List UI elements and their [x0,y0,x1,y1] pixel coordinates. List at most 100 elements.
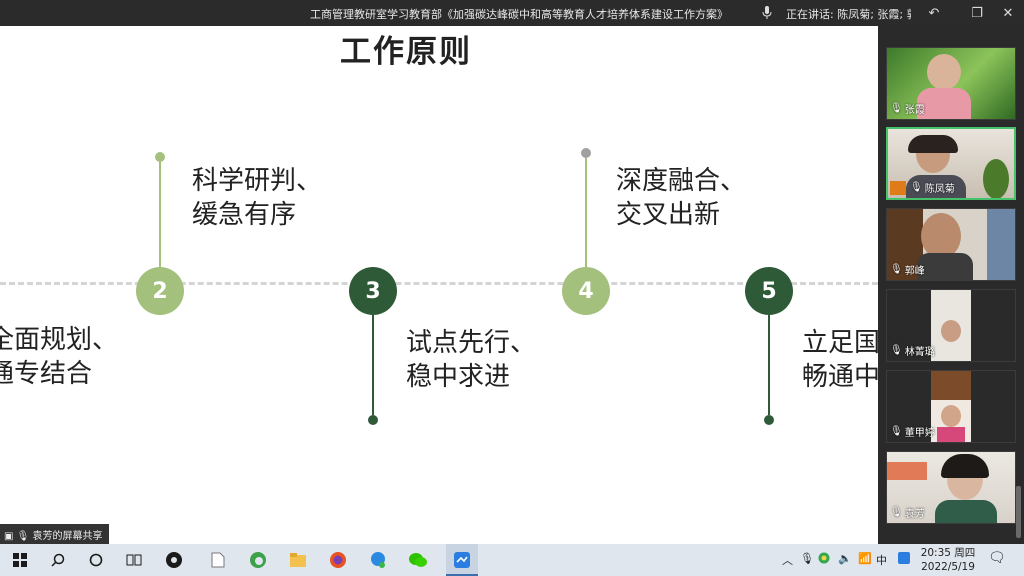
participant-tile[interactable]: 🎙 袁芳 [886,451,1016,524]
system-clock[interactable]: 20:35 周四 2022/5/19 [918,546,978,574]
item-3-line-1: 试点先行、 [406,328,537,358]
task-view-icon[interactable] [122,548,146,572]
timeline-item-2-text: 科学研判、 缓急有序 [192,164,322,232]
participant-name: 董甲婷 [904,428,935,439]
participant-video [941,320,961,342]
timeline-node-4: 4 [562,267,610,315]
shared-slide: 工作原则 全面规划、 通专结合 2 科学研判、 缓急有序 3 试点先行、 稳中求… [0,26,878,544]
participant-video [935,500,997,523]
participant-name-label: 🎙 董甲婷 [890,424,935,439]
timeline-stem-5 [768,315,770,415]
participant-tile[interactable]: 🎙 郭峰 [886,208,1016,281]
participant-video [937,427,965,442]
participant-name: 林菁璐 [904,347,935,358]
meeting-tray-icon[interactable] [898,552,910,567]
participant-name-label: 🎙 袁芳 [890,505,925,520]
app-icon[interactable] [162,548,186,572]
clock-time: 20:35 周四 [920,547,976,559]
participant-panel: 🎙 张霞 🎙 陈凤菊 🎙 郭峰 🎙 林菁璐 🎙 董甲婷 🎙 袁芳 [878,26,1024,544]
security-icon[interactable] [818,552,830,567]
item-5-line-1: 立足国 [802,328,878,358]
explorer-icon[interactable] [286,548,310,572]
timeline-item-5-text: 立足国 畅通中 [802,326,878,394]
item-4-line-2: 交叉出新 [616,200,721,230]
participant-tile[interactable]: 🎙 张霞 [886,47,1016,120]
volume-icon[interactable]: 🔈 [838,552,852,565]
participant-name-label: 🎙 张霞 [890,101,925,116]
item-4-line-1: 深度融合、 [616,166,747,196]
file-icon[interactable] [206,548,230,572]
microphone-icon: 🎙 [890,507,903,518]
meeting-icon[interactable] [450,548,474,572]
item-5-line-2: 畅通中 [802,362,878,392]
microphone-icon: 🎙 [890,426,903,437]
close-window-button[interactable]: ✕ [995,0,1021,26]
screen-share-label: ▣ 🎙 袁芳的屏幕共享 [0,524,109,544]
timeline-item-4-text: 深度融合、 交叉出新 [616,164,746,232]
timeline-stem-2 [159,162,161,268]
item-2-line-1: 科学研判、 [192,166,323,196]
back-icon[interactable]: ↶ [921,0,947,26]
microphone-icon: 🎙 [16,531,30,542]
timeline-node-5: 5 [745,267,793,315]
microphone-icon: 🎙 [890,103,903,114]
participant-name-label: 🎙 林菁璐 [890,343,935,358]
windows-icon[interactable] [8,548,32,572]
plant-decoration [983,159,1009,198]
ime-indicator[interactable]: 中 [876,552,887,568]
search-icon[interactable] [46,548,70,572]
participant-tile[interactable]: 🎙 董甲婷 [886,370,1016,443]
participant-name: 陈凤菊 [924,184,955,195]
restore-window-button[interactable]: ❐ [964,0,990,26]
window-title-bar: 工商管理教研室学习教育部《加强碳达峰碳中和高等教育人才培养体系建设工作方案》 正… [0,0,1024,26]
participant-tile[interactable]: 🎙 林菁璐 [886,289,1016,362]
wechat-icon[interactable] [406,548,430,572]
participant-hair [908,135,958,153]
host-icon [890,181,906,195]
participant-tile-active[interactable]: 🎙 陈凤菊 [886,127,1016,200]
timeline-node-3: 3 [349,267,397,315]
microphone-icon: 🎙 [890,345,903,356]
participant-hair [941,454,989,478]
microphone-icon[interactable] [757,3,777,23]
item-2-line-2: 缓急有序 [192,200,297,230]
microphone-icon: 🎙 [910,182,923,193]
timeline-stem-4 [585,158,587,268]
participant-video [941,405,961,427]
chevron-up-icon[interactable]: ︿ [782,552,793,568]
clock-date: 2022/5/19 [921,561,975,573]
cortana-icon[interactable] [84,548,108,572]
participant-name: 袁芳 [904,509,925,520]
screen-share-owner: 袁芳的屏幕共享 [32,531,103,542]
edge-icon[interactable] [246,548,270,572]
timeline-dot-4 [581,148,591,158]
speaking-indicator: 正在讲话: 陈凤菊; 张霞; 郭... [786,8,911,21]
notification-icon[interactable]: 🗨 [988,550,1006,566]
windows-taskbar: ︿ 🎙 🔈 📶 中 20:35 周四 2022/5/19 🗨 [0,544,1024,576]
timeline-dot-2 [155,152,165,162]
panel-scrollbar[interactable] [1016,486,1021,538]
participant-name: 张霞 [904,105,925,116]
screen-share-icon: ▣ [4,531,14,542]
slide-title: 工作原则 [340,34,472,70]
item-3-line-2: 稳中求进 [406,362,511,392]
chat-icon[interactable] [366,548,390,572]
timeline-dot-5 [764,415,774,425]
participant-name-label: 🎙 陈凤菊 [910,180,955,195]
wall-decoration [887,462,927,480]
timeline-stem-3 [372,315,374,415]
window-title: 工商管理教研室学习教育部《加强碳达峰碳中和高等教育人才培养体系建设工作方案》 [310,8,728,21]
item-1-line-1: 全面规划、 [0,325,119,355]
participant-video [917,253,973,280]
participant-name-label: 🎙 郭峰 [890,262,925,277]
microphone-icon[interactable]: 🎙 [800,552,814,565]
item-1-line-2: 通专结合 [0,359,93,389]
microphone-icon: 🎙 [890,264,903,275]
participant-video [927,54,961,90]
firefox-icon[interactable] [326,548,350,572]
participant-name: 郭峰 [904,266,925,277]
timeline-node-2: 2 [136,267,184,315]
timeline-item-1-text: 全面规划、 通专结合 [0,323,118,391]
timeline-dot-3 [368,415,378,425]
network-icon[interactable]: 📶 [858,552,872,565]
